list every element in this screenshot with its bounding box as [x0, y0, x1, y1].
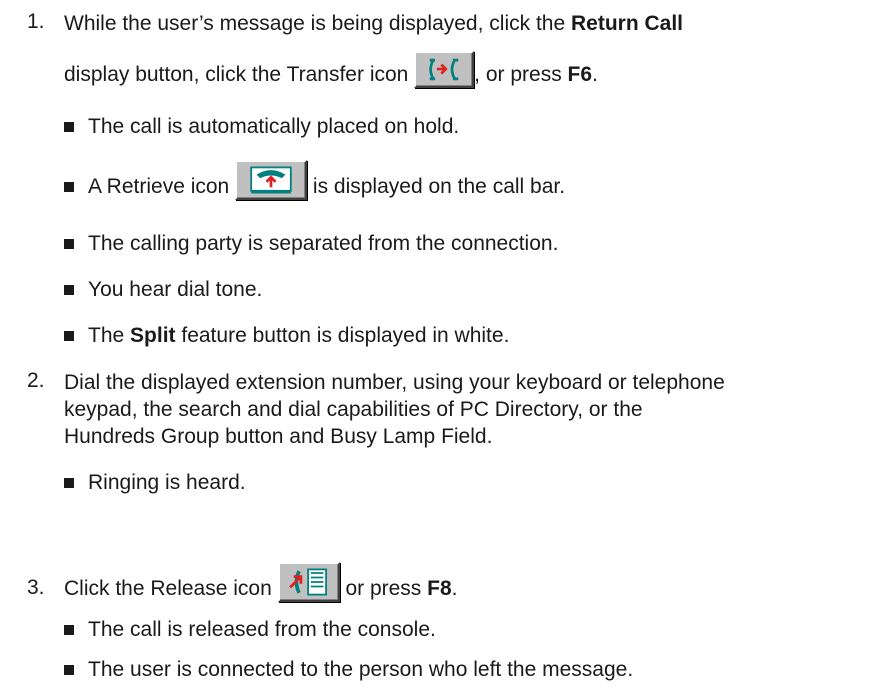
step-number: 1.: [27, 10, 45, 33]
bullet-item: The user is connected to the person who …: [64, 656, 895, 683]
step-text: Click the Release icon or press F8.: [64, 560, 890, 602]
split-label: Split: [130, 324, 176, 347]
bullet-icon: [64, 477, 74, 488]
bullet-item: The calling party is separated from the …: [64, 230, 895, 257]
step-text-continued: display button, click the Transfer icon …: [64, 48, 890, 88]
step-number: 2.: [27, 369, 45, 392]
bullet-icon: [64, 238, 74, 249]
step-text: Dial the displayed extension number, usi…: [64, 371, 725, 448]
step-text: While the user’s message is being displa…: [64, 12, 683, 35]
step-number: 3.: [27, 576, 45, 599]
return-call-label: Return Call: [570, 12, 683, 35]
f6-key: F6: [567, 63, 593, 86]
bullet-item: You hear dial tone.: [64, 276, 895, 303]
bullet-icon: [64, 330, 74, 341]
bullet-icon: [64, 121, 74, 132]
release-icon[interactable]: [277, 562, 340, 602]
bullet-item: The Split feature button is displayed in…: [64, 322, 895, 349]
bullet-item: The call is released from the console.: [64, 616, 895, 643]
bullet-item: Ringing is heard.: [64, 469, 895, 496]
f8-key: F8: [427, 577, 452, 600]
bullet-item: The call is automatically placed on hold…: [64, 113, 895, 140]
bullet-item: A Retrieve icon is displayed on the call…: [64, 158, 895, 200]
transfer-icon[interactable]: [414, 51, 475, 88]
bullet-icon: [64, 284, 74, 295]
bullet-icon: [64, 664, 74, 675]
bullet-icon: [64, 624, 74, 635]
retrieve-icon[interactable]: [235, 160, 308, 200]
bullet-icon: [64, 182, 74, 192]
